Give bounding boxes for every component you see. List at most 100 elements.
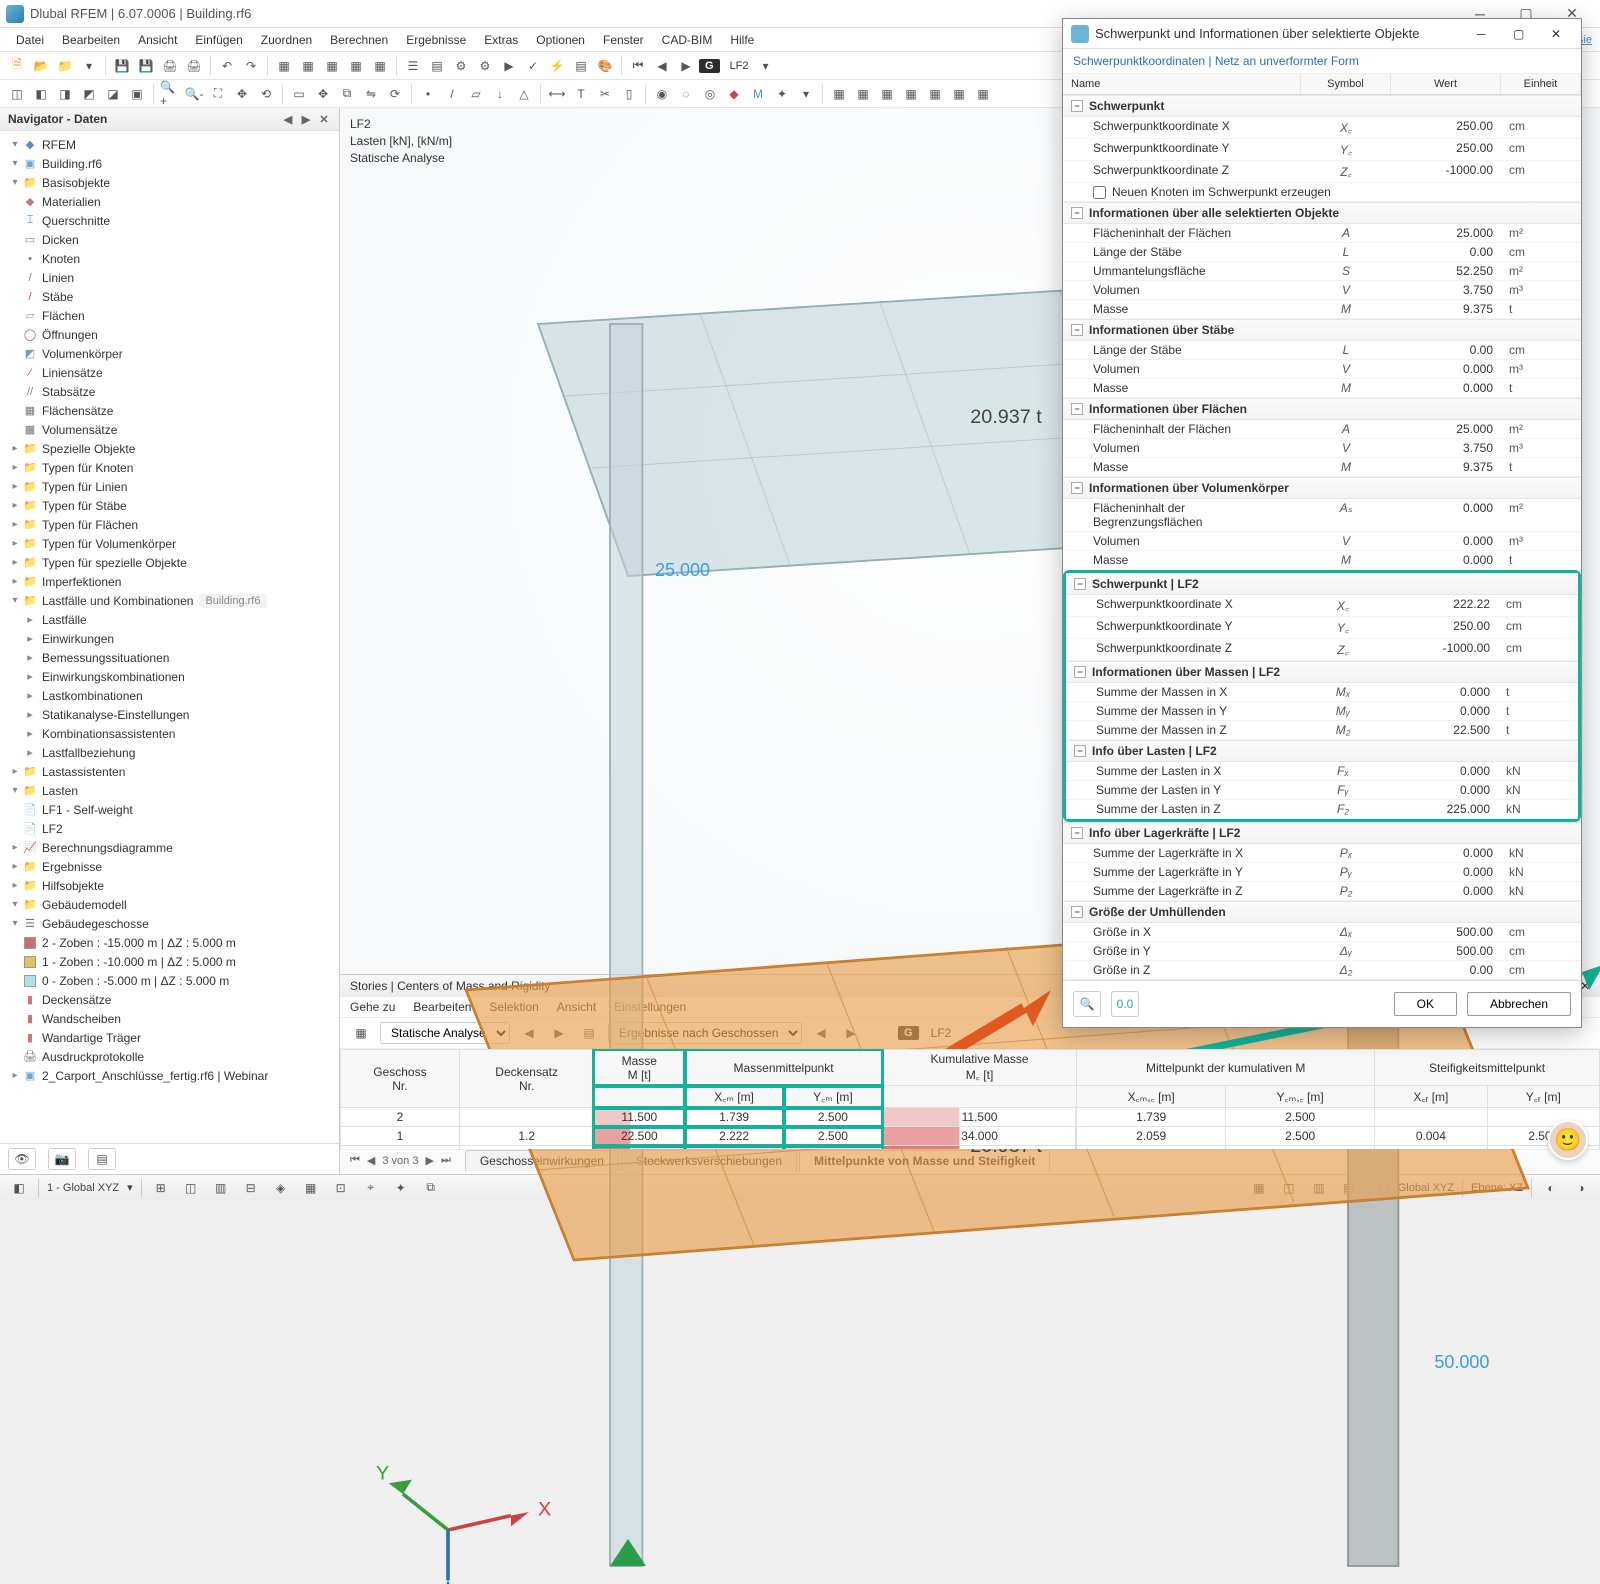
view-x-icon[interactable]: ◧ xyxy=(30,83,52,105)
extra3-icon[interactable]: ▦ xyxy=(876,83,898,105)
tree-item[interactable]: ▮Deckensätze xyxy=(0,990,339,1009)
tree-item[interactable]: ⁄Liniensätze xyxy=(0,363,339,382)
menu-extras[interactable]: Extras xyxy=(476,30,526,50)
tree-item[interactable]: ▦Flächensätze xyxy=(0,401,339,420)
prop-section-header[interactable]: −Größe der Umhüllenden xyxy=(1063,901,1581,923)
tree-item[interactable]: ▸📁Imperfektionen xyxy=(0,572,339,591)
dialog-close-icon[interactable]: ✕ xyxy=(1539,22,1573,46)
props-icon[interactable]: ⚙ xyxy=(450,55,472,77)
menu-ansicht[interactable]: Ansicht xyxy=(130,30,185,50)
results-table-wrapper[interactable]: GeschossNr.DeckensatzNr.MasseM [t]Massen… xyxy=(340,1049,1600,1149)
prop-section-header[interactable]: −Info über Lagerkräfte | LF2 xyxy=(1063,822,1581,844)
cancel-button[interactable]: Abbrechen xyxy=(1467,992,1571,1016)
nav-first-icon[interactable]: ⏮ xyxy=(627,55,649,77)
tree-item[interactable]: /Linien xyxy=(0,268,339,287)
tree-item[interactable]: ▸Einwirkungen xyxy=(0,629,339,648)
tree-item[interactable]: ▸📁Typen für Linien xyxy=(0,477,339,496)
tree-item[interactable]: ▮Wandartige Träger xyxy=(0,1028,339,1047)
menu-cadbim[interactable]: CAD-BIM xyxy=(654,30,721,50)
menu-optionen[interactable]: Optionen xyxy=(528,30,593,50)
tree-item[interactable]: ◯Öffnungen xyxy=(0,325,339,344)
tree-item[interactable]: ▸📁Typen für Volumenkörper xyxy=(0,534,339,553)
sb-i3-icon[interactable]: ▥ xyxy=(210,1177,232,1199)
prop-section-header[interactable]: −Informationen über Stäbe xyxy=(1063,319,1581,341)
results-m-icon[interactable]: M xyxy=(747,83,769,105)
menu-datei[interactable]: Datei xyxy=(8,30,52,50)
tree-item[interactable]: ▸📈Berechnungsdiagramme xyxy=(0,838,339,857)
tree-item[interactable]: ▾📁Basisobjekte xyxy=(0,173,339,192)
zoom-in-icon[interactable]: 🔍+ xyxy=(159,83,181,105)
render-solid-icon[interactable]: ◉ xyxy=(651,83,673,105)
tree-item[interactable]: 📄LF2 xyxy=(0,819,339,838)
pan-icon[interactable]: ✥ xyxy=(231,83,253,105)
tree-item[interactable]: ▸📁Typen für Knoten xyxy=(0,458,339,477)
tree-item[interactable]: ▸📁Hilfsobjekte xyxy=(0,876,339,895)
check-icon[interactable]: ✓ xyxy=(522,55,544,77)
tree-item[interactable]: ▾▣Building.rf6 xyxy=(0,154,339,173)
print-preview-icon[interactable]: 🖨 xyxy=(183,55,205,77)
table-icon[interactable]: ▤ xyxy=(426,55,448,77)
prop-section-header[interactable]: −Info über Lasten | LF2 xyxy=(1066,740,1578,762)
tree-item[interactable]: 🖨Ausdruckprotokolle xyxy=(0,1047,339,1066)
sb-i6-icon[interactable]: ▦ xyxy=(300,1177,322,1199)
extra5-icon[interactable]: ▦ xyxy=(924,83,946,105)
panel4-icon[interactable]: ▦ xyxy=(345,55,367,77)
tree-item[interactable]: ▩Volumensätze xyxy=(0,420,339,439)
tree-item[interactable]: ◩Volumenkörper xyxy=(0,344,339,363)
show-loads-icon[interactable]: ↓ xyxy=(489,83,511,105)
panel3-icon[interactable]: ▦ xyxy=(321,55,343,77)
menu-bearbeiten[interactable]: Bearbeiten xyxy=(54,30,128,50)
render-color-icon[interactable]: ◆ xyxy=(723,83,745,105)
sb-i2-icon[interactable]: ◫ xyxy=(180,1177,202,1199)
status-coord[interactable]: 1 - Global XYZ xyxy=(47,1182,119,1194)
tree-item[interactable]: ▸Lastkombinationen xyxy=(0,686,339,705)
show-lines-icon[interactable]: / xyxy=(441,83,463,105)
tree-item[interactable]: ⌶Querschnitte xyxy=(0,211,339,230)
prop-section-header[interactable]: −Schwerpunkt | LF2 xyxy=(1066,573,1578,595)
tree-item[interactable]: 📄LF1 - Self-weight xyxy=(0,800,339,819)
table-row[interactable]: 211.5001.7392.50011.5001.7392.500 xyxy=(341,1108,1600,1127)
nav-prev-icon[interactable]: ◀ xyxy=(651,55,673,77)
menu-berechnen[interactable]: Berechnen xyxy=(322,30,396,50)
tree-item[interactable]: ▸📁Typen für spezielle Objekte xyxy=(0,553,339,572)
dialog-min-icon[interactable]: ─ xyxy=(1464,22,1498,46)
show-nodes-icon[interactable]: • xyxy=(417,83,439,105)
tree-item[interactable]: ▸Lastfallbeziehung xyxy=(0,743,339,762)
extra2-icon[interactable]: ▦ xyxy=(852,83,874,105)
settings-icon[interactable]: ⚙ xyxy=(474,55,496,77)
nav-next-icon[interactable]: ▶ xyxy=(299,112,313,126)
panel2-icon[interactable]: ▦ xyxy=(297,55,319,77)
ok-button[interactable]: OK xyxy=(1394,992,1457,1016)
nav-close-icon[interactable]: ✕ xyxy=(317,112,331,126)
tree-item[interactable]: 2 - Zoben : -15.000 m | ΔZ : 5.000 m xyxy=(0,933,339,952)
sb-i4-icon[interactable]: ⊟ xyxy=(240,1177,262,1199)
status-start-icon[interactable]: ◧ xyxy=(8,1177,30,1199)
prop-section-header[interactable]: −Schwerpunkt xyxy=(1063,95,1581,117)
list-icon[interactable]: ☰ xyxy=(402,55,424,77)
prop-section-header[interactable]: −Informationen über Volumenkörper xyxy=(1063,477,1581,499)
tree-item[interactable]: ▱Flächen xyxy=(0,306,339,325)
menu-fenster[interactable]: Fenster xyxy=(595,30,652,50)
tree-item[interactable]: ▸▣2_Carport_Anschlüsse_fertig.rf6 | Webi… xyxy=(0,1066,339,1085)
tree-item[interactable]: ▾◆RFEM xyxy=(0,135,339,154)
extra7-icon[interactable]: ▦ xyxy=(972,83,994,105)
render-wire-icon[interactable]: ◌ xyxy=(675,83,697,105)
dialog-body[interactable]: −SchwerpunktSchwerpunktkoordinate XX꜀250… xyxy=(1063,95,1581,980)
lf-selector[interactable]: LF2 xyxy=(726,60,753,72)
navviewmode1-icon[interactable]: 👁 xyxy=(8,1148,36,1170)
table-row[interactable]: 11.222.5002.2222.50034.0002.0592.5000.00… xyxy=(341,1127,1600,1146)
tree-item[interactable]: ▸Kombinationsassistenten xyxy=(0,724,339,743)
panel1-icon[interactable]: ▦ xyxy=(273,55,295,77)
prop-section-header[interactable]: −Informationen über Flächen xyxy=(1063,398,1581,420)
section-icon[interactable]: ▯ xyxy=(618,83,640,105)
dimension-icon[interactable]: ⟷ xyxy=(546,83,568,105)
view-iso-icon[interactable]: ◫ xyxy=(6,83,28,105)
tree-item[interactable]: ▭Dicken xyxy=(0,230,339,249)
tree-item[interactable]: ▸📁Lastassistenten xyxy=(0,762,339,781)
view-persp-icon[interactable]: ◪ xyxy=(102,83,124,105)
open-recent-icon[interactable]: 📁 xyxy=(54,55,76,77)
new-icon[interactable]: 🗎 xyxy=(6,55,28,77)
layers-icon[interactable]: ▤ xyxy=(570,55,592,77)
create-node-checkbox[interactable]: Neuen Knoten im Schwerpunkt erzeugen xyxy=(1063,183,1581,202)
dialog-max-icon[interactable]: ▢ xyxy=(1502,22,1536,46)
